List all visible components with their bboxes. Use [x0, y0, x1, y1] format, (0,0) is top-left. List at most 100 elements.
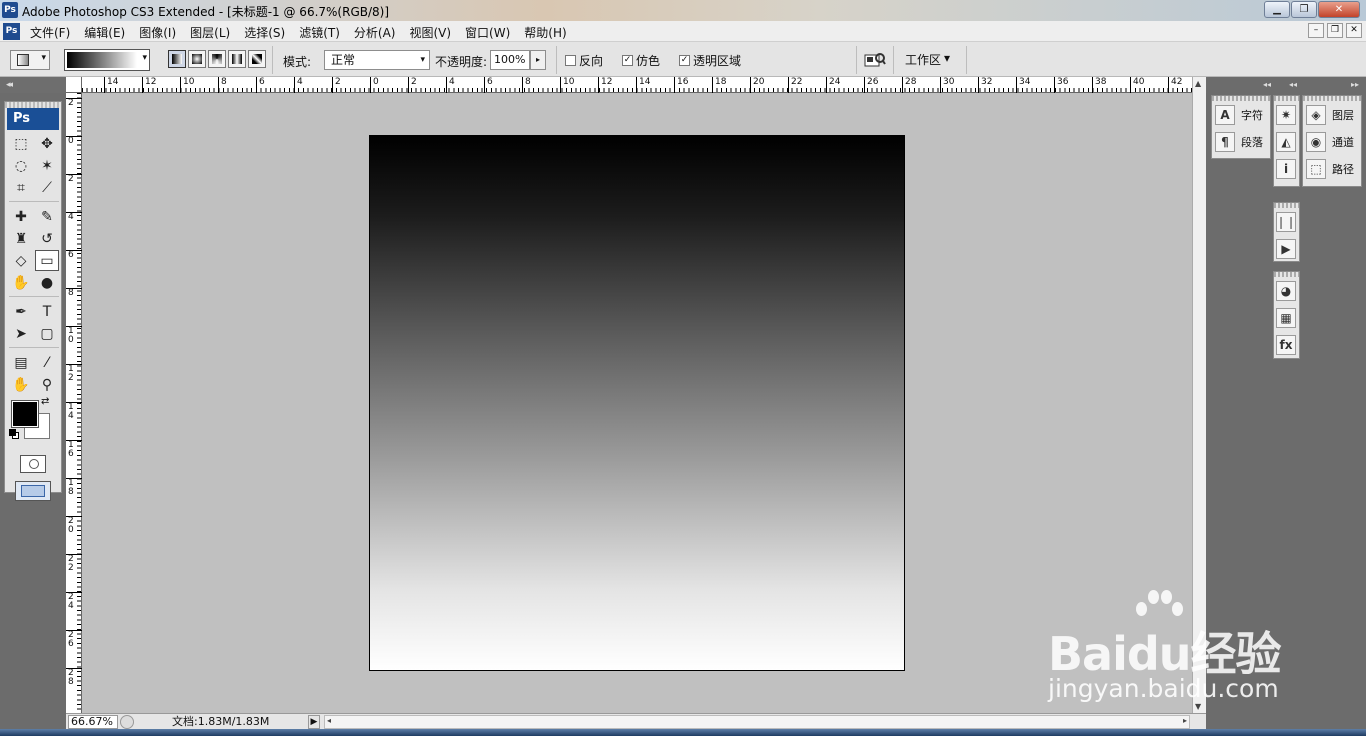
menu-items: 文件(F) 编辑(E) 图像(I) 图层(L) 选择(S) 滤镜(T) 分析(A… [30, 24, 567, 41]
notes-tool-icon[interactable]: ▤ [9, 352, 33, 373]
collapse-toolbox-icon[interactable]: ◂◂ [6, 80, 13, 90]
doc-close-button[interactable]: ✕ [1346, 23, 1362, 38]
opacity-input[interactable]: 100% [490, 50, 530, 70]
gradient-picker[interactable]: ▾ [64, 49, 150, 71]
toolbox-ps-logo[interactable]: Ps [7, 108, 59, 130]
reflected-gradient-button[interactable] [228, 50, 246, 68]
crop-tool-icon[interactable]: ⌗ [9, 177, 33, 198]
shape-tool-icon[interactable]: ▢ [35, 323, 59, 344]
ps-menu-icon[interactable]: Ps [3, 23, 20, 40]
menu-view[interactable]: 视图(V) [409, 24, 451, 41]
lasso-tool-icon[interactable]: ◌ [9, 155, 33, 176]
slice-tool-icon[interactable]: ⟋ [35, 177, 59, 198]
menu-filter[interactable]: 滤镜(T) [299, 24, 340, 41]
paragraph-panel-button[interactable]: ¶ 段落 [1212, 128, 1270, 155]
radial-gradient-button[interactable] [188, 50, 206, 68]
move-tool-icon[interactable]: ✥ [35, 133, 59, 154]
status-menu-arrow-icon[interactable]: ▶ [308, 715, 320, 729]
path-selection-tool-icon[interactable]: ➤ [9, 323, 33, 344]
doc-restore-button[interactable]: ❐ [1327, 23, 1343, 38]
collapse-panels-icon[interactable]: ◂◂ [1263, 80, 1271, 96]
menu-window[interactable]: 窗口(W) [465, 24, 510, 41]
horizontal-scrollbar[interactable]: ◂ ▸ [324, 715, 1190, 729]
menu-help[interactable]: 帮助(H) [524, 24, 566, 41]
paths-panel-button[interactable]: ⬚ 路径 [1303, 155, 1361, 182]
ruler-origin[interactable] [66, 77, 82, 93]
close-button[interactable]: ✕ [1318, 1, 1360, 18]
dodge-tool-icon[interactable]: ● [35, 272, 59, 293]
histogram-panel-button[interactable]: ◭ [1274, 128, 1299, 155]
minimize-button[interactable]: ▁ [1264, 1, 1290, 18]
opacity-slider-button[interactable]: ▸ [530, 50, 546, 70]
channels-label: 通道 [1332, 135, 1354, 149]
styles-fx-icon: fx [1276, 334, 1296, 355]
scroll-up-arrow-icon[interactable]: ▲ [1195, 79, 1201, 88]
scroll-right-arrow-icon[interactable]: ▸ [1183, 716, 1187, 725]
navigator-panel-button[interactable]: ✷ [1274, 101, 1299, 128]
gradient-type-buttons [168, 50, 266, 68]
expand-panels-icon[interactable]: ▸▸ [1351, 80, 1359, 96]
vertical-ruler[interactable]: 2 0 2 4 6 8 1 0 1 2 1 4 1 6 1 8 2 0 2 2 … [66, 93, 82, 713]
scroll-left-arrow-icon[interactable]: ◂ [327, 716, 331, 725]
magic-wand-tool-icon[interactable]: ✶ [35, 155, 59, 176]
mode-value: 正常 [331, 53, 356, 67]
menu-file[interactable]: 文件(F) [30, 24, 70, 41]
eraser-tool-icon[interactable]: ◇ [9, 250, 33, 271]
angle-gradient-button[interactable] [208, 50, 226, 68]
menu-layer[interactable]: 图层(L) [190, 24, 230, 41]
menu-select[interactable]: 选择(S) [244, 24, 285, 41]
history-panel-button[interactable]: ❘❘ [1274, 208, 1299, 235]
styles-panel-button[interactable]: fx [1274, 331, 1299, 358]
menu-edit[interactable]: 编辑(E) [84, 24, 125, 41]
gradient-tool-icon[interactable]: ▭ [35, 250, 59, 271]
swap-colors-icon[interactable]: ⇄ [41, 396, 49, 407]
type-tool-icon[interactable]: T [35, 301, 59, 322]
screen-mode-button[interactable] [15, 481, 51, 501]
menu-image[interactable]: 图像(I) [139, 24, 176, 41]
swatches-panel-button[interactable]: ▦ [1274, 304, 1299, 331]
transparency-checkbox[interactable]: ✓ [679, 55, 690, 66]
mode-select[interactable]: 正常 ▾ [324, 50, 430, 70]
color-panel-button[interactable]: ◕ [1274, 277, 1299, 304]
ruler-tick-label: 12 [142, 77, 156, 93]
healing-brush-tool-icon[interactable]: ✚ [9, 206, 33, 227]
layers-panel-button[interactable]: ◈ 图层 [1303, 101, 1361, 128]
layers-label: 图层 [1332, 108, 1354, 122]
marquee-tool-icon[interactable]: ⬚ [9, 133, 33, 154]
info-panel-button[interactable]: i [1274, 155, 1299, 182]
default-colors-icon[interactable] [9, 429, 19, 439]
diamond-gradient-button[interactable] [248, 50, 266, 68]
linear-gradient-button[interactable] [168, 50, 186, 68]
gradient-tool-icon [17, 54, 29, 66]
canvas-workspace[interactable] [82, 93, 1192, 713]
zoom-level-field[interactable]: 66.67% [68, 715, 118, 729]
menu-analysis[interactable]: 分析(A) [354, 24, 396, 41]
history-brush-tool-icon[interactable]: ↺ [35, 228, 59, 249]
blur-tool-icon[interactable]: ✋ [9, 272, 33, 293]
hand-tool-icon[interactable]: ✋ [9, 374, 33, 395]
document-canvas[interactable] [369, 135, 905, 671]
quick-mask-button[interactable] [20, 455, 46, 473]
actions-panel-button[interactable]: ▶ [1274, 235, 1299, 262]
ruler-tick-label: 1 6 [66, 440, 82, 459]
clone-stamp-tool-icon[interactable]: ♜ [9, 228, 33, 249]
gradient-preview [67, 52, 137, 68]
bridge-icon[interactable] [864, 51, 886, 69]
zoom-tool-icon[interactable]: ⚲ [35, 374, 59, 395]
collapse-panels-icon[interactable]: ◂◂ [1289, 80, 1297, 96]
status-info-icon[interactable] [120, 715, 134, 729]
horizontal-ruler[interactable]: 14 12 10 8 6 4 2 0 2 4 6 8 10 12 14 16 1… [82, 77, 1192, 93]
character-panel-button[interactable]: A 字符 [1212, 101, 1270, 128]
workspace-menu[interactable]: 工作区 ▾ [905, 51, 950, 68]
doc-minimize-button[interactable]: – [1308, 23, 1324, 38]
pen-tool-icon[interactable]: ✒ [9, 301, 33, 322]
foreground-color-swatch[interactable] [11, 400, 39, 428]
channels-panel-button[interactable]: ◉ 通道 [1303, 128, 1361, 155]
maximize-button[interactable]: ❐ [1291, 1, 1317, 18]
diamond-gradient-icon [252, 54, 262, 64]
tool-preset-picker[interactable]: ▾ [10, 50, 50, 70]
eyedropper-tool-icon[interactable]: ⁄ [35, 352, 59, 373]
reverse-checkbox[interactable] [565, 55, 576, 66]
brush-tool-icon[interactable]: ✎ [35, 206, 59, 227]
dither-checkbox[interactable]: ✓ [622, 55, 633, 66]
